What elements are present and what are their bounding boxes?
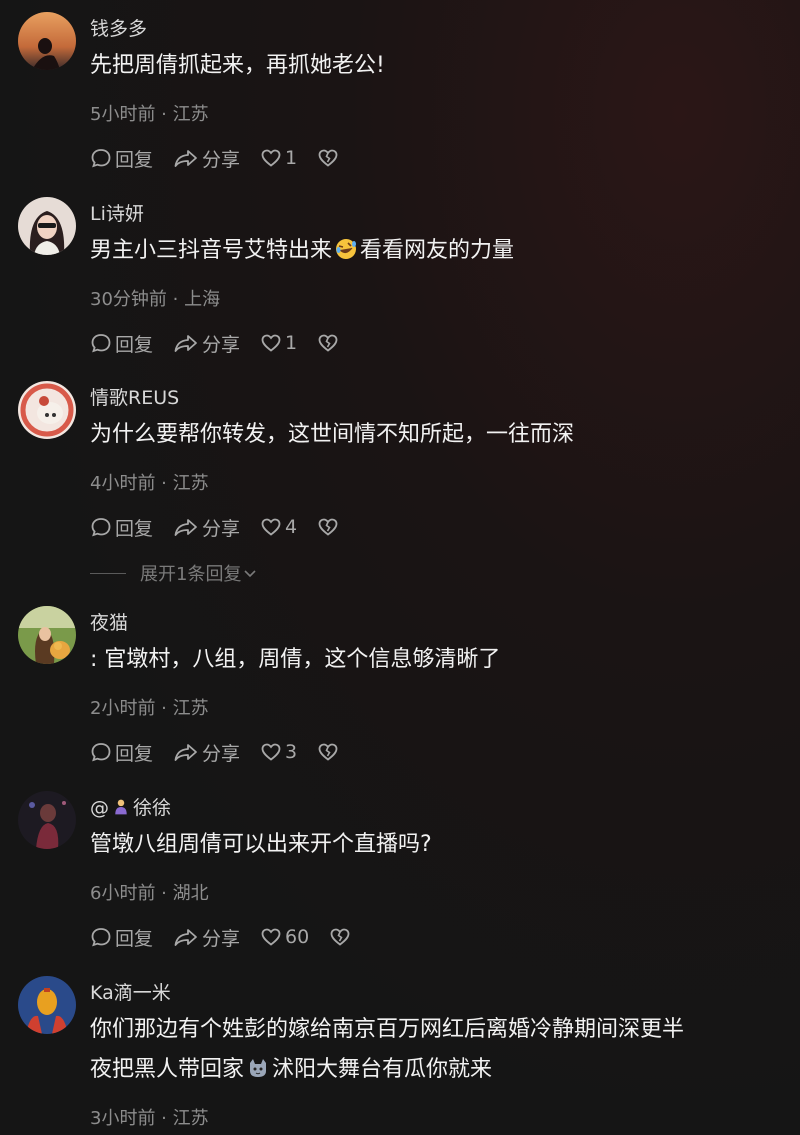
comment-actions: 回复 分享 4: [90, 513, 362, 541]
dislike-button[interactable]: [317, 741, 342, 763]
share-arrow-icon: [174, 929, 197, 946]
chevron-down-icon: [244, 570, 257, 578]
username[interactable]: Ka滴一米: [90, 978, 171, 1005]
avatar[interactable]: [18, 197, 76, 255]
share-arrow-icon: [174, 519, 197, 536]
share-label: 分享: [202, 517, 241, 540]
heart-icon: [261, 334, 281, 352]
reply-button[interactable]: 回复: [90, 145, 153, 172]
dislike-button[interactable]: [329, 926, 354, 948]
avatar[interactable]: [18, 12, 76, 70]
username[interactable]: 情歌REUS: [90, 383, 179, 410]
share-label: 分享: [202, 333, 241, 356]
heart-icon: [261, 743, 281, 761]
like-count: 1: [285, 332, 298, 354]
reply-button[interactable]: 回复: [90, 330, 153, 357]
like-count: 3: [285, 741, 298, 763]
broken-heart-icon: [318, 334, 338, 352]
reply-label: 回复: [115, 148, 154, 171]
share-label: 分享: [202, 148, 241, 171]
comment-text: : 官墩村，八组，周倩，这个信息够清晰了: [90, 647, 501, 672]
comment-bubble-icon: [91, 149, 111, 168]
comment-text: 管墩八组周倩可以出来开个直播吗?: [90, 832, 432, 857]
username[interactable]: Li诗妍: [90, 199, 144, 226]
comment-text-part: 沭阳大舞台有瓜你就来: [272, 1057, 493, 1082]
like-button[interactable]: 4: [260, 516, 297, 538]
comment-meta: 30分钟前 · 上海: [90, 289, 221, 310]
dislike-button[interactable]: [317, 516, 342, 538]
reply-label: 回复: [115, 333, 154, 356]
comment-text: 先把周倩抓起来，再抓她老公!: [90, 53, 385, 78]
dislike-button[interactable]: [317, 332, 342, 354]
like-button[interactable]: 1: [260, 332, 297, 354]
comment-meta: 2小时前 · 江苏: [90, 698, 209, 719]
person-emoji-icon: [115, 799, 127, 815]
share-arrow-icon: [174, 150, 197, 167]
comment-list: 钱多多 先把周倩抓起来，再抓她老公! 5小时前 · 江苏 回复 分享 1 Li诗…: [0, 0, 800, 1135]
share-button[interactable]: 分享: [173, 145, 240, 172]
expand-replies-button[interactable]: 展开1条回复: [90, 560, 259, 586]
username-text: 徐徐: [133, 797, 172, 819]
comment-bubble-icon: [91, 928, 111, 947]
share-button[interactable]: 分享: [173, 924, 240, 951]
reply-button[interactable]: 回复: [90, 514, 153, 541]
reply-label: 回复: [115, 517, 154, 540]
comment-meta: 3小时前 · 江苏: [90, 1108, 209, 1129]
comment-actions: 回复 分享 1: [90, 329, 362, 357]
heart-icon: [261, 928, 281, 946]
reply-label: 回复: [115, 927, 154, 950]
broken-heart-icon: [330, 928, 350, 946]
heart-icon: [261, 149, 281, 167]
username[interactable]: 夜猫: [90, 608, 128, 635]
like-count: 60: [285, 926, 310, 948]
like-button[interactable]: 60: [260, 926, 309, 948]
comment-meta: 4小时前 · 江苏: [90, 473, 209, 494]
dislike-button[interactable]: [317, 147, 342, 169]
comment-actions: 回复 分享 3: [90, 738, 362, 766]
like-count: 4: [285, 516, 298, 538]
comment-bubble-icon: [91, 743, 111, 762]
comment-actions: 回复 分享 60: [90, 923, 374, 951]
share-button[interactable]: 分享: [173, 330, 240, 357]
comment-meta: 6小时前 · 湖北: [90, 883, 209, 904]
share-button[interactable]: 分享: [173, 739, 240, 766]
comment-meta: 5小时前 · 江苏: [90, 104, 209, 125]
comment-text: 你们那边有个姓彭的嫁给南京百万网红后离婚冷静期间深更半 夜把黑人带回家 沭阳大舞台有…: [90, 1010, 790, 1090]
avatar[interactable]: [18, 381, 76, 439]
comment-text-part: 你们那边有个姓彭的嫁给南京百万网红后离婚冷静期间深更半: [90, 1017, 685, 1042]
share-arrow-icon: [174, 335, 197, 352]
username[interactable]: @ 徐徐: [90, 793, 171, 820]
reply-button[interactable]: 回复: [90, 739, 153, 766]
share-label: 分享: [202, 742, 241, 765]
broken-heart-icon: [318, 149, 338, 167]
like-button[interactable]: 1: [260, 147, 297, 169]
reply-button[interactable]: 回复: [90, 924, 153, 951]
comment-text-part: 男主小三抖音号艾特出来: [90, 238, 333, 263]
comment-text-part: 夜把黑人带回家: [90, 1057, 245, 1082]
username-prefix: @: [90, 797, 109, 819]
heart-icon: [261, 518, 281, 536]
laugh-cry-emoji-icon: [336, 239, 357, 259]
avatar[interactable]: [18, 976, 76, 1034]
cat-emoji-icon: [250, 1059, 267, 1077]
like-button[interactable]: 3: [260, 741, 297, 763]
broken-heart-icon: [318, 743, 338, 761]
comment-text: 为什么要帮你转发，这世间情不知所起，一往而深: [90, 422, 575, 447]
comment-bubble-icon: [91, 334, 111, 353]
avatar[interactable]: [18, 606, 76, 664]
comment-text: 男主小三抖音号艾特出来 看看网友的力量: [90, 231, 790, 271]
reply-label: 回复: [115, 742, 154, 765]
divider: [90, 572, 126, 574]
username[interactable]: 钱多多: [90, 14, 147, 41]
share-label: 分享: [202, 927, 241, 950]
share-button[interactable]: 分享: [173, 514, 240, 541]
share-arrow-icon: [174, 744, 197, 761]
comment-actions: 回复 分享 1: [90, 144, 362, 172]
comment-bubble-icon: [91, 518, 111, 537]
like-count: 1: [285, 147, 298, 169]
expand-replies-label: 展开1条回复: [140, 564, 242, 585]
avatar[interactable]: [18, 791, 76, 849]
broken-heart-icon: [318, 518, 338, 536]
comment-text-part: 看看网友的力量: [360, 238, 515, 263]
